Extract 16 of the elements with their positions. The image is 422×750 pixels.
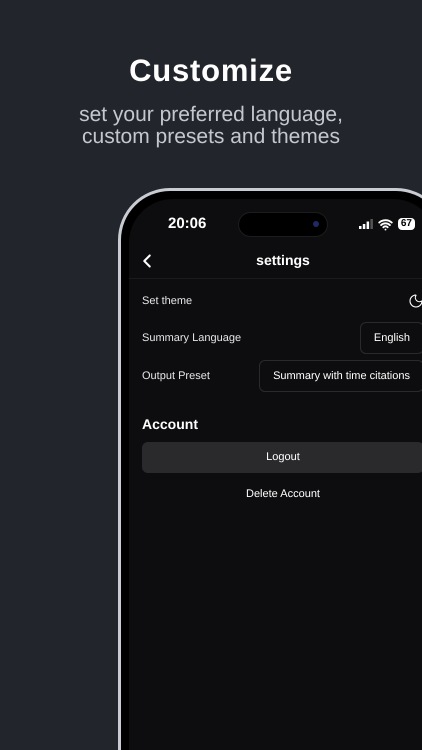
wifi-icon bbox=[378, 216, 393, 232]
select-field[interactable]: English bbox=[360, 322, 422, 354]
section-heading: Account bbox=[142, 415, 199, 434]
screen-title: settings bbox=[256, 251, 310, 270]
signal-icon bbox=[358, 219, 373, 229]
setting-label: Output Preset bbox=[142, 368, 210, 384]
delete-account-button[interactable]: Delete Account bbox=[246, 486, 320, 502]
status-time: 20:06 bbox=[168, 214, 206, 234]
subtitle: set your preferred language, custom presets and themes bbox=[78, 104, 344, 148]
setting-label: Summary Language bbox=[142, 330, 242, 346]
select-field[interactable]: Summary with time citations bbox=[259, 360, 422, 392]
setting-label: Set theme bbox=[142, 294, 192, 309]
battery-indicator: 67 bbox=[398, 218, 415, 230]
headline: Customize bbox=[129, 52, 293, 90]
logout-button[interactable]: Logout bbox=[142, 442, 422, 473]
theme-toggle-icon[interactable] bbox=[408, 293, 422, 309]
